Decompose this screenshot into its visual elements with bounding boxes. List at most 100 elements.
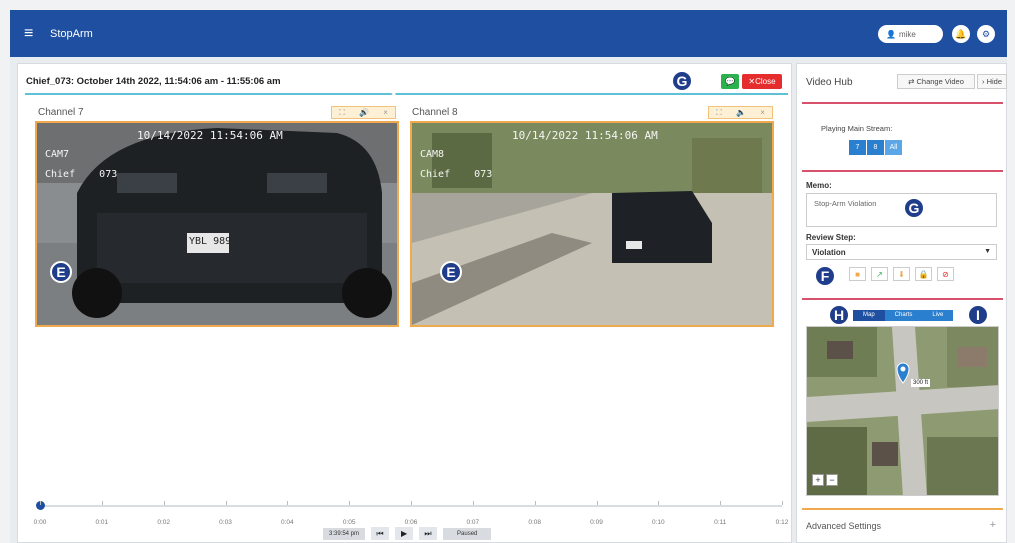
top-nav-bar: ≡ StopArm 👤 mike 🔔 ⚙ bbox=[10, 10, 1007, 57]
volume-icon[interactable]: 🔈 bbox=[736, 108, 746, 117]
zoom-out-button[interactable]: − bbox=[826, 474, 838, 486]
user-menu[interactable]: 👤 mike bbox=[878, 25, 943, 43]
tab-map[interactable]: Map bbox=[853, 310, 885, 321]
caret-down-icon: ▼ bbox=[984, 248, 991, 255]
section-divider bbox=[802, 102, 1003, 104]
channel-7-timestamp: 10/14/2022 11:54:06 AM bbox=[137, 129, 283, 142]
timeline-tick bbox=[163, 501, 165, 505]
skip-forward-button[interactable]: ⏭ bbox=[419, 527, 438, 540]
timeline-tick-label: 0:09 bbox=[590, 519, 603, 526]
skip-back-icon: ⏮ bbox=[376, 528, 384, 538]
timeline-tick-label: 0:08 bbox=[528, 519, 541, 526]
timeline-tick-label: 0:01 bbox=[95, 519, 109, 526]
bookmark-icon: ■ bbox=[855, 269, 860, 279]
annotation-badge-g: G bbox=[671, 70, 693, 92]
skip-back-button[interactable]: ⏮ bbox=[371, 527, 390, 540]
hamburger-menu-icon[interactable]: ≡ bbox=[24, 25, 40, 43]
timeline-tick-label: 0:12 bbox=[775, 519, 789, 526]
playback-controls: 3:39:54 pm ⏮ ▶ ⏭ Paused bbox=[323, 527, 492, 540]
hide-button[interactable]: › Hide bbox=[977, 74, 1007, 89]
section-divider bbox=[802, 508, 1003, 510]
video-hub-panel: Video Hub ⇄ Change Video › Hide Playing … bbox=[796, 63, 1007, 543]
app-title: StopArm bbox=[50, 27, 93, 40]
tab-charts[interactable]: Charts bbox=[885, 310, 923, 321]
timeline-tick bbox=[287, 501, 289, 505]
channel-7-video[interactable]: 10/14/2022 11:54:06 AM CAM7 Chief 073 YB… bbox=[35, 121, 399, 327]
channel-8-video[interactable]: 10/14/2022 11:54:06 AM CAM8 Chief 073 bbox=[410, 121, 774, 327]
change-video-button[interactable]: ⇄ Change Video bbox=[897, 74, 975, 89]
timeline-track[interactable] bbox=[40, 505, 782, 507]
chat-icon: 💬 bbox=[725, 77, 735, 86]
ban-icon: ⊘ bbox=[942, 269, 949, 279]
map-satellite-image bbox=[807, 327, 998, 495]
timeline-tick-label: 0:03 bbox=[219, 519, 232, 526]
map-tabs: Map Charts Live bbox=[853, 310, 954, 321]
swap-icon: ⇄ bbox=[908, 77, 915, 86]
lock-button[interactable]: 🔒 bbox=[915, 267, 932, 281]
stream-8-button[interactable]: 8 bbox=[867, 140, 885, 155]
notifications-button[interactable]: 🔔 bbox=[952, 25, 970, 43]
settings-button[interactable]: ⚙ bbox=[977, 25, 995, 43]
channel-7-toolbar: ⛶ 🔊 × bbox=[331, 106, 396, 119]
timeline-tick bbox=[782, 501, 783, 505]
annotation-badge-i: I bbox=[967, 304, 989, 326]
stream-all-button[interactable]: All bbox=[885, 140, 903, 155]
close-channel-icon[interactable]: × bbox=[760, 108, 765, 117]
share-icon: ↗ bbox=[876, 269, 883, 279]
expand-icon[interactable]: + bbox=[990, 519, 996, 531]
hide-label: Hide bbox=[986, 77, 1003, 86]
current-time: 3:39:54 pm bbox=[323, 527, 366, 540]
memo-label: Memo: bbox=[806, 181, 832, 190]
timeline-tick bbox=[225, 501, 227, 505]
download-icon: ⬇ bbox=[898, 269, 905, 279]
download-button[interactable]: ⬇ bbox=[893, 267, 910, 281]
hub-title: Video Hub bbox=[806, 77, 853, 88]
timeline-tick bbox=[596, 501, 598, 505]
map-view[interactable]: 300 ft bbox=[806, 326, 999, 496]
section-divider bbox=[802, 170, 1003, 172]
zoom-in-button[interactable]: + bbox=[812, 474, 824, 486]
comment-button[interactable]: 💬 bbox=[721, 74, 739, 89]
app-frame: ≡ StopArm 👤 mike 🔔 ⚙ Chief_073: October … bbox=[10, 10, 1007, 543]
volume-icon[interactable]: 🔊 bbox=[359, 108, 369, 117]
annotation-badge-g-2: G bbox=[903, 197, 925, 219]
memo-field[interactable]: Stop-Arm Violation bbox=[806, 193, 997, 227]
channel-8-unit-label: Chief 073 bbox=[420, 169, 493, 180]
review-step-select[interactable]: Violation ▼ bbox=[806, 244, 997, 260]
play-button[interactable]: ▶ bbox=[395, 527, 414, 540]
reject-button[interactable]: ⊘ bbox=[937, 267, 954, 281]
video-title: Chief_073: October 14th 2022, 11:54:06 a… bbox=[26, 76, 281, 87]
channel-8-label: Channel 8 bbox=[412, 107, 458, 118]
timeline-tick-label: 0:00 bbox=[33, 519, 47, 526]
stream-label: Playing Main Stream: bbox=[821, 124, 893, 133]
channel-8-cam-label: CAM8 bbox=[420, 149, 445, 160]
review-step-label: Review Step: bbox=[806, 233, 856, 242]
share-button[interactable]: ↗ bbox=[871, 267, 888, 281]
change-video-label: Change Video bbox=[916, 77, 964, 86]
stream-7-button[interactable]: 7 bbox=[849, 140, 867, 155]
timeline-tick bbox=[472, 501, 474, 505]
user-icon: 👤 bbox=[886, 29, 896, 39]
playback-status: Paused bbox=[443, 527, 492, 540]
tab-live[interactable]: Live bbox=[922, 310, 953, 321]
channel-7-frame-image bbox=[37, 123, 397, 325]
close-label: Close bbox=[755, 77, 776, 86]
channel-7-plate: YBL 989 bbox=[189, 236, 232, 247]
advanced-settings-label[interactable]: Advanced Settings bbox=[806, 521, 881, 531]
channel-8-timestamp: 10/14/2022 11:54:06 AM bbox=[512, 129, 658, 142]
close-video-button[interactable]: ✕ Close bbox=[742, 74, 782, 89]
timeline-tick bbox=[658, 501, 660, 505]
flag-button[interactable]: ■ bbox=[849, 267, 866, 281]
action-buttons: ■ ↗ ⬇ 🔒 ⊘ bbox=[849, 267, 954, 281]
close-icon: ✕ bbox=[748, 77, 756, 86]
fullscreen-icon[interactable]: ⛶ bbox=[716, 108, 722, 118]
timeline-tick-label: 0:11 bbox=[714, 519, 727, 526]
fullscreen-icon[interactable]: ⛶ bbox=[339, 108, 345, 118]
close-channel-icon[interactable]: × bbox=[383, 108, 388, 117]
title-divider bbox=[25, 93, 788, 95]
timeline-tick bbox=[534, 501, 536, 505]
timeline-tick bbox=[101, 501, 103, 505]
channel-8-toolbar: ⛶ 🔈 × bbox=[708, 106, 773, 119]
video-player-panel: Chief_073: October 14th 2022, 11:54:06 a… bbox=[17, 63, 792, 543]
timeline-tick-label: 0:02 bbox=[157, 519, 170, 526]
